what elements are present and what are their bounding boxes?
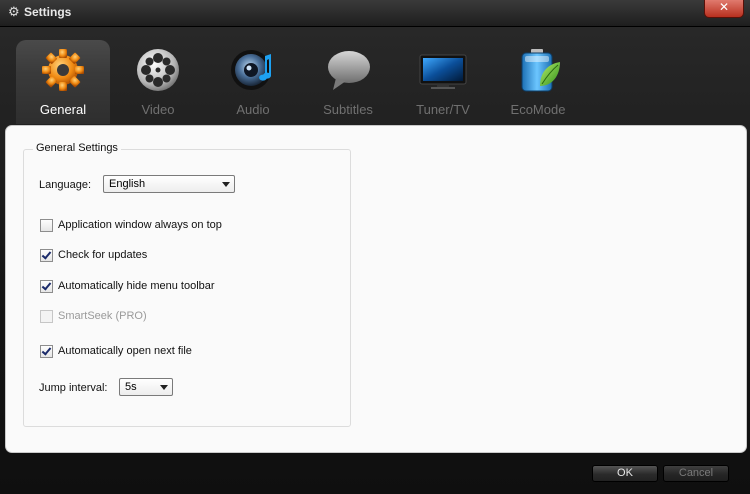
- tab-video-label: Video: [141, 102, 175, 117]
- jump-interval-select[interactable]: 5s: [119, 378, 173, 396]
- speaker-icon: [231, 50, 271, 90]
- tab-audio-label: Audio: [236, 102, 270, 117]
- gear-icon: [42, 49, 84, 91]
- tab-tuner-tv-label: Tuner/TV: [416, 102, 470, 117]
- tab-bar: General Video Audio Subtitles Tuner/TV E…: [0, 26, 750, 124]
- chevron-down-icon: [160, 385, 168, 390]
- settings-content-panel: General Settings Language: English Appli…: [5, 125, 747, 453]
- tab-general[interactable]: General: [16, 40, 110, 124]
- chevron-down-icon: [222, 182, 230, 187]
- close-icon: ✕: [718, 0, 730, 14]
- speech-bubble-icon: [328, 51, 370, 90]
- close-button[interactable]: ✕: [704, 0, 744, 18]
- tab-tuner-tv[interactable]: Tuner/TV: [396, 40, 490, 124]
- language-value: English: [109, 178, 146, 190]
- always-on-top-label: Application window always on top: [58, 219, 222, 231]
- open-next-file-checkbox[interactable]: [40, 345, 53, 358]
- tab-video[interactable]: Video: [111, 40, 205, 124]
- battery-leaf-icon: [521, 49, 560, 92]
- jump-interval-label: Jump interval:: [39, 382, 108, 394]
- smartseek-label: SmartSeek (PRO): [58, 310, 147, 322]
- hide-toolbar-label: Automatically hide menu toolbar: [58, 280, 215, 292]
- group-title: General Settings: [33, 142, 121, 154]
- cancel-button[interactable]: Cancel: [663, 465, 729, 482]
- gear-icon: ⚙: [8, 4, 20, 19]
- language-label: Language:: [39, 179, 91, 191]
- settings-window: ⚙ Settings ✕ General Video Audio Subtitl…: [0, 0, 750, 494]
- tab-ecomode[interactable]: EcoMode: [491, 40, 585, 124]
- check-updates-checkbox[interactable]: [40, 249, 53, 262]
- title-bar[interactable]: ⚙ Settings ✕: [0, 0, 750, 27]
- ok-button[interactable]: OK: [592, 465, 658, 482]
- general-settings-group: General Settings Language: English Appli…: [23, 142, 351, 427]
- open-next-file-label: Automatically open next file: [58, 345, 192, 357]
- jump-interval-value: 5s: [125, 381, 137, 393]
- tab-ecomode-label: EcoMode: [510, 102, 566, 117]
- film-reel-icon: [137, 49, 179, 91]
- tab-audio[interactable]: Audio: [206, 40, 300, 124]
- tab-subtitles-label: Subtitles: [323, 102, 373, 117]
- always-on-top-checkbox[interactable]: [40, 219, 53, 232]
- tv-icon: [419, 54, 467, 89]
- check-updates-label: Check for updates: [58, 249, 148, 261]
- language-select[interactable]: English: [103, 175, 235, 193]
- tab-subtitles[interactable]: Subtitles: [301, 40, 395, 124]
- tab-general-label: General: [39, 102, 87, 117]
- smartseek-checkbox: [40, 310, 53, 323]
- hide-toolbar-checkbox[interactable]: [40, 280, 53, 293]
- window-title: Settings: [24, 5, 72, 19]
